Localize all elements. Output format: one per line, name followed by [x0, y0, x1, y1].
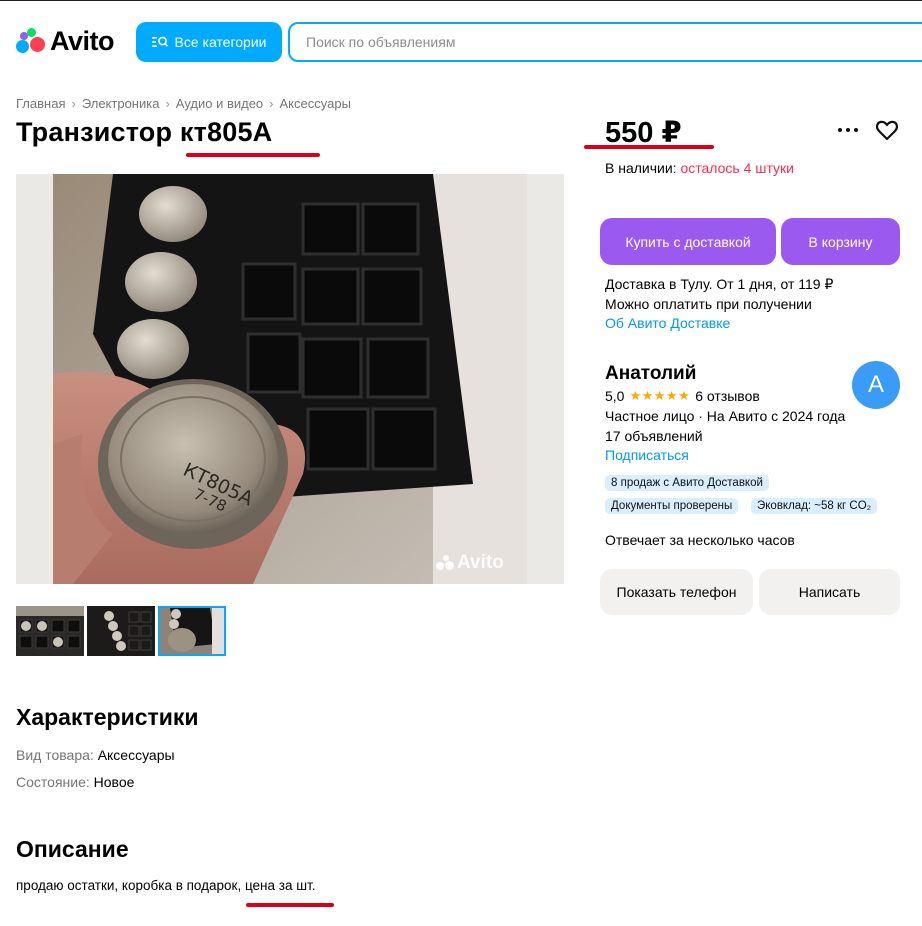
main-photo[interactable]: КТ805А 7-78 Avito [16, 174, 564, 584]
thumbnail-image [87, 606, 155, 656]
all-categories-label: Все категории [174, 34, 267, 50]
show-phone-button[interactable]: Показать телефон [600, 569, 753, 615]
delivery-line: Доставка в Тулу. От 1 дня, от 119 ₽ [605, 276, 834, 292]
breadcrumb-audio-video[interactable]: Аудио и видео [176, 96, 263, 111]
availability: В наличии: осталось 4 штуки [605, 160, 794, 176]
photo-watermark: Avito [436, 552, 504, 574]
thumbnail-image [160, 608, 224, 654]
subscribe-link[interactable]: Подписаться [605, 446, 845, 466]
thumbnail-3[interactable] [158, 606, 226, 656]
badge-documents-verified: Документы проверены [605, 498, 739, 514]
spec-value: Новое [93, 774, 135, 790]
avito-logo[interactable]: Avito [16, 25, 115, 56]
breadcrumb-separator-icon: › [165, 96, 170, 111]
badge-eco-contribution: Эковклад: ~58 кг CO₂ [751, 498, 878, 514]
breadcrumb-accessories[interactable]: Аксессуары [280, 96, 351, 111]
avito-delivery-link[interactable]: Об Авито Доставке [605, 314, 833, 334]
write-message-button[interactable]: Написать [759, 569, 900, 615]
photo-left-padding [16, 174, 53, 584]
spec-key: Состояние: [16, 774, 90, 790]
delivery-info: Доставка в Тулу. От 1 дня, от 119 ₽ Можн… [605, 275, 833, 334]
spec-value: Аксессуары [97, 747, 175, 763]
availability-label: В наличии: [605, 160, 677, 176]
price-underline-annotation [584, 145, 714, 149]
all-categories-button[interactable]: Все категории [136, 22, 282, 62]
seller-rating: 5,0 ★★★★★ 6 отзывов [605, 388, 760, 404]
spec-item-condition: Состояние: Новое [16, 774, 134, 790]
payment-on-receipt-line: Можно оплатить при получении [605, 295, 812, 312]
thumbnail-strip [16, 606, 226, 656]
add-to-cart-button[interactable]: В корзину [781, 218, 900, 265]
breadcrumb-home[interactable]: Главная [16, 96, 65, 111]
photo-right-padding [527, 174, 564, 584]
badge-delivery-sales: 8 продаж с Авито Доставкой [605, 475, 769, 491]
seller-type-line: Частное лицо · На Авито с 2024 года [605, 408, 846, 424]
thumbnail-2[interactable] [87, 606, 155, 656]
breadcrumb: Главная › Электроника › Аудио и видео › … [16, 96, 351, 111]
description-text: продаю остатки, коробка в подарок, цена … [16, 878, 316, 893]
spec-item-type: Вид товара: Аксессуары [16, 747, 175, 763]
breadcrumb-separator-icon: › [71, 96, 76, 111]
search-input[interactable] [304, 33, 922, 51]
title-underline-annotation [186, 153, 320, 157]
list-search-icon [151, 36, 168, 47]
rating-stars-icon: ★★★★★ [629, 388, 691, 403]
page-title: Транзистор кт805А [16, 117, 273, 147]
spec-key: Вид товара: [16, 747, 94, 763]
description-heading: Описание [16, 836, 129, 862]
reviews-link[interactable]: 6 отзывов [695, 388, 760, 404]
availability-value: осталось 4 штуки [680, 160, 794, 176]
characteristics-heading: Характеристики [16, 704, 199, 730]
favorite-heart-icon[interactable] [875, 118, 899, 142]
more-options-icon[interactable] [836, 120, 860, 140]
logo-dots-icon [16, 28, 45, 54]
buy-with-delivery-button[interactable]: Купить с доставкой [600, 218, 776, 265]
thumbnail-image [16, 606, 84, 656]
seller-info: Частное лицо · На Авито с 2024 года 17 о… [605, 407, 845, 466]
top-border [0, 0, 922, 1]
description-underline-annotation [246, 903, 334, 907]
watermark-text: Avito [457, 552, 504, 573]
logo-text: Avito [50, 25, 115, 56]
seller-listings-count[interactable]: 17 объявлений [605, 427, 845, 447]
rating-value: 5,0 [605, 388, 625, 404]
breadcrumb-separator-icon: › [269, 96, 274, 111]
watermark-dots-icon [436, 555, 454, 571]
breadcrumb-electronics[interactable]: Электроника [82, 96, 160, 111]
response-time: Отвечает за несколько часов [605, 532, 795, 548]
avatar[interactable]: A [852, 361, 900, 409]
thumbnail-1[interactable] [16, 606, 84, 656]
search-field[interactable] [288, 22, 922, 62]
seller-name[interactable]: Анатолий [605, 363, 696, 385]
transistor-photo-image: КТ805А 7-78 [53, 174, 527, 584]
